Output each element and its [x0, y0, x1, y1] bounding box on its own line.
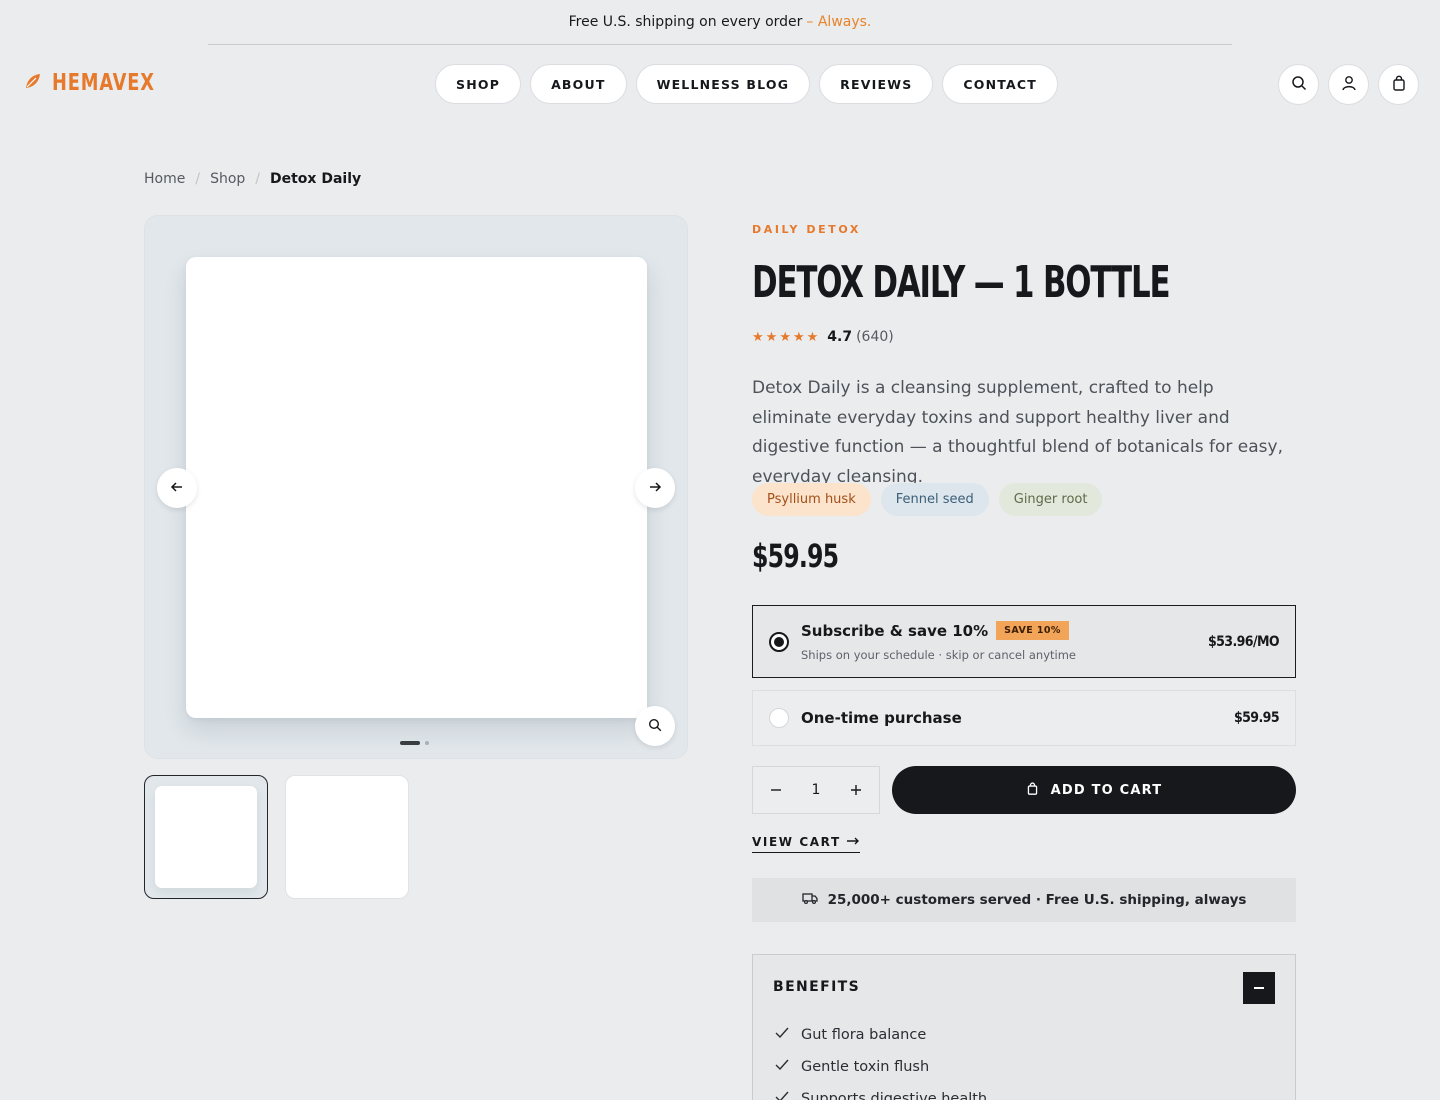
product-image — [186, 257, 647, 718]
star-icon: ★ — [792, 329, 805, 345]
arrow-right-icon — [648, 479, 662, 498]
breadcrumb-current: Detox Daily — [270, 171, 362, 187]
one-time-text: One-time purchase — [801, 709, 962, 727]
quantity-value[interactable]: 1 — [799, 782, 833, 798]
header-actions — [1278, 64, 1419, 105]
star-icon: ★ — [779, 329, 791, 345]
save-badge: SAVE 10% — [996, 621, 1069, 640]
benefits-heading[interactable]: BENEFITS — [773, 979, 860, 995]
subscribe-price: $53.96/MO — [1207, 633, 1280, 650]
add-to-cart-button[interactable]: ADD TO CART — [892, 766, 1296, 814]
brand-name: HEMAVEX — [52, 70, 155, 96]
one-time-title: One-time purchase — [801, 709, 962, 727]
subscribe-option[interactable]: Subscribe & save 10% SAVE 10% Ships on y… — [752, 605, 1296, 678]
trust-banner: 25,000+ customers served · Free U.S. shi… — [752, 878, 1296, 922]
product-price: $59.95 — [752, 537, 839, 575]
star-icon: ★ — [765, 329, 778, 345]
benefit-item: Gentle toxin flush — [775, 1051, 987, 1083]
benefit-text: Gut flora balance — [801, 1027, 927, 1043]
rating-count: (640) — [856, 329, 894, 345]
subscribe-radio[interactable] — [769, 631, 789, 652]
zoom-button[interactable] — [635, 706, 675, 746]
gallery-dots — [400, 741, 429, 745]
subscribe-subtitle: Ships on your schedule · skip or cancel … — [801, 648, 1076, 662]
nav-reviews[interactable]: REVIEWS — [819, 64, 934, 104]
breadcrumb-shop[interactable]: Shop — [210, 171, 245, 187]
gallery-dot-1[interactable] — [400, 741, 420, 745]
subscribe-text: Subscribe & save 10% SAVE 10% Ships on y… — [801, 621, 1076, 662]
ingredient-tag: Ginger root — [998, 483, 1103, 516]
thumbnail-image — [155, 786, 257, 888]
minus-icon — [1254, 987, 1264, 989]
bag-icon — [1026, 781, 1039, 799]
announcement-accent: – Always. — [806, 14, 872, 30]
gallery-thumbnails — [144, 775, 409, 899]
one-time-radio[interactable] — [769, 708, 789, 728]
zoom-icon — [648, 717, 662, 736]
account-button[interactable] — [1328, 64, 1369, 105]
main-nav: SHOP ABOUT WELLNESS BLOG REVIEWS CONTACT — [435, 64, 1058, 104]
benefit-item: Supports digestive health — [775, 1083, 987, 1100]
truck-icon — [801, 892, 818, 908]
star-icon: ★ — [806, 329, 819, 345]
user-icon — [1341, 75, 1357, 95]
benefit-item: Gut flora balance — [775, 1019, 987, 1051]
ingredient-tag: Fennel seed — [880, 483, 989, 516]
plus-icon — [850, 780, 862, 801]
gallery-dot-2[interactable] — [425, 741, 429, 745]
trust-text: 25,000+ customers served · Free U.S. shi… — [827, 892, 1247, 908]
breadcrumb: Home / Shop / Detox Daily — [144, 171, 361, 187]
benefits-list: Gut flora balance Gentle toxin flush Sup… — [775, 1019, 987, 1100]
benefits-accordion: BENEFITS Gut flora balance Gentle toxin … — [752, 954, 1296, 1100]
quantity-decrease-button[interactable] — [753, 767, 799, 813]
product-title: DETOX DAILY — 1 BOTTLE — [752, 257, 1171, 308]
cart-button[interactable] — [1378, 64, 1419, 105]
minus-icon — [770, 780, 782, 801]
ingredient-tag: Psyllium husk — [752, 483, 871, 516]
add-to-cart-label: ADD TO CART — [1050, 782, 1163, 798]
breadcrumb-home[interactable]: Home — [144, 171, 185, 187]
thumbnail-1[interactable] — [144, 775, 268, 899]
thumbnail-2[interactable] — [285, 775, 409, 899]
quantity-stepper: 1 — [752, 766, 880, 814]
view-cart-link[interactable]: VIEW CART — [752, 835, 860, 853]
nav-shop[interactable]: SHOP — [435, 64, 522, 104]
announcement-bar: Free U.S. shipping on every order – Alwa… — [208, 0, 1232, 45]
nav-about[interactable]: ABOUT — [530, 64, 627, 104]
subscribe-title: Subscribe & save 10% — [801, 621, 989, 640]
quantity-increase-button[interactable] — [833, 767, 879, 813]
breadcrumb-separator: / — [195, 171, 201, 187]
ingredient-tags: Psyllium husk Fennel seed Ginger root — [752, 483, 1103, 516]
view-cart-label: VIEW CART — [752, 835, 841, 849]
product-eyebrow: DAILY DETOX — [752, 223, 862, 236]
star-rating: ★ ★ ★ ★ ★ — [752, 330, 818, 345]
benefit-text: Supports digestive health — [801, 1091, 988, 1100]
benefit-text: Gentle toxin flush — [801, 1059, 930, 1075]
check-icon — [775, 1059, 789, 1075]
search-icon — [1291, 75, 1307, 95]
search-button[interactable] — [1278, 64, 1319, 105]
product-gallery — [144, 215, 688, 759]
breadcrumb-separator: / — [255, 171, 260, 187]
check-icon — [775, 1091, 789, 1100]
gallery-next-button[interactable] — [635, 468, 675, 508]
leaf-icon — [24, 72, 42, 94]
one-time-option[interactable]: One-time purchase $59.95 — [752, 690, 1296, 746]
check-icon — [775, 1027, 789, 1043]
one-time-price: $59.95 — [1233, 710, 1280, 726]
brand-logo[interactable]: HEMAVEX — [24, 66, 172, 100]
rating-score: 4.7 — [827, 329, 853, 345]
gallery-prev-button[interactable] — [157, 468, 197, 508]
subscribe-title-row: Subscribe & save 10% SAVE 10% — [801, 621, 1076, 640]
announcement-text: Free U.S. shipping on every order — [568, 14, 803, 30]
bag-icon — [1391, 75, 1407, 95]
product-description: Detox Daily is a cleansing supplement, c… — [752, 378, 1283, 487]
arrow-left-icon — [170, 479, 184, 498]
benefits-collapse-button[interactable] — [1243, 972, 1275, 1004]
nav-wellness-blog[interactable]: WELLNESS BLOG — [635, 64, 811, 104]
product-rating[interactable]: ★ ★ ★ ★ ★ 4.7 (640) — [752, 329, 894, 345]
nav-contact[interactable]: CONTACT — [942, 64, 1058, 104]
arrow-right-icon — [846, 835, 860, 849]
star-icon: ★ — [752, 329, 764, 345]
